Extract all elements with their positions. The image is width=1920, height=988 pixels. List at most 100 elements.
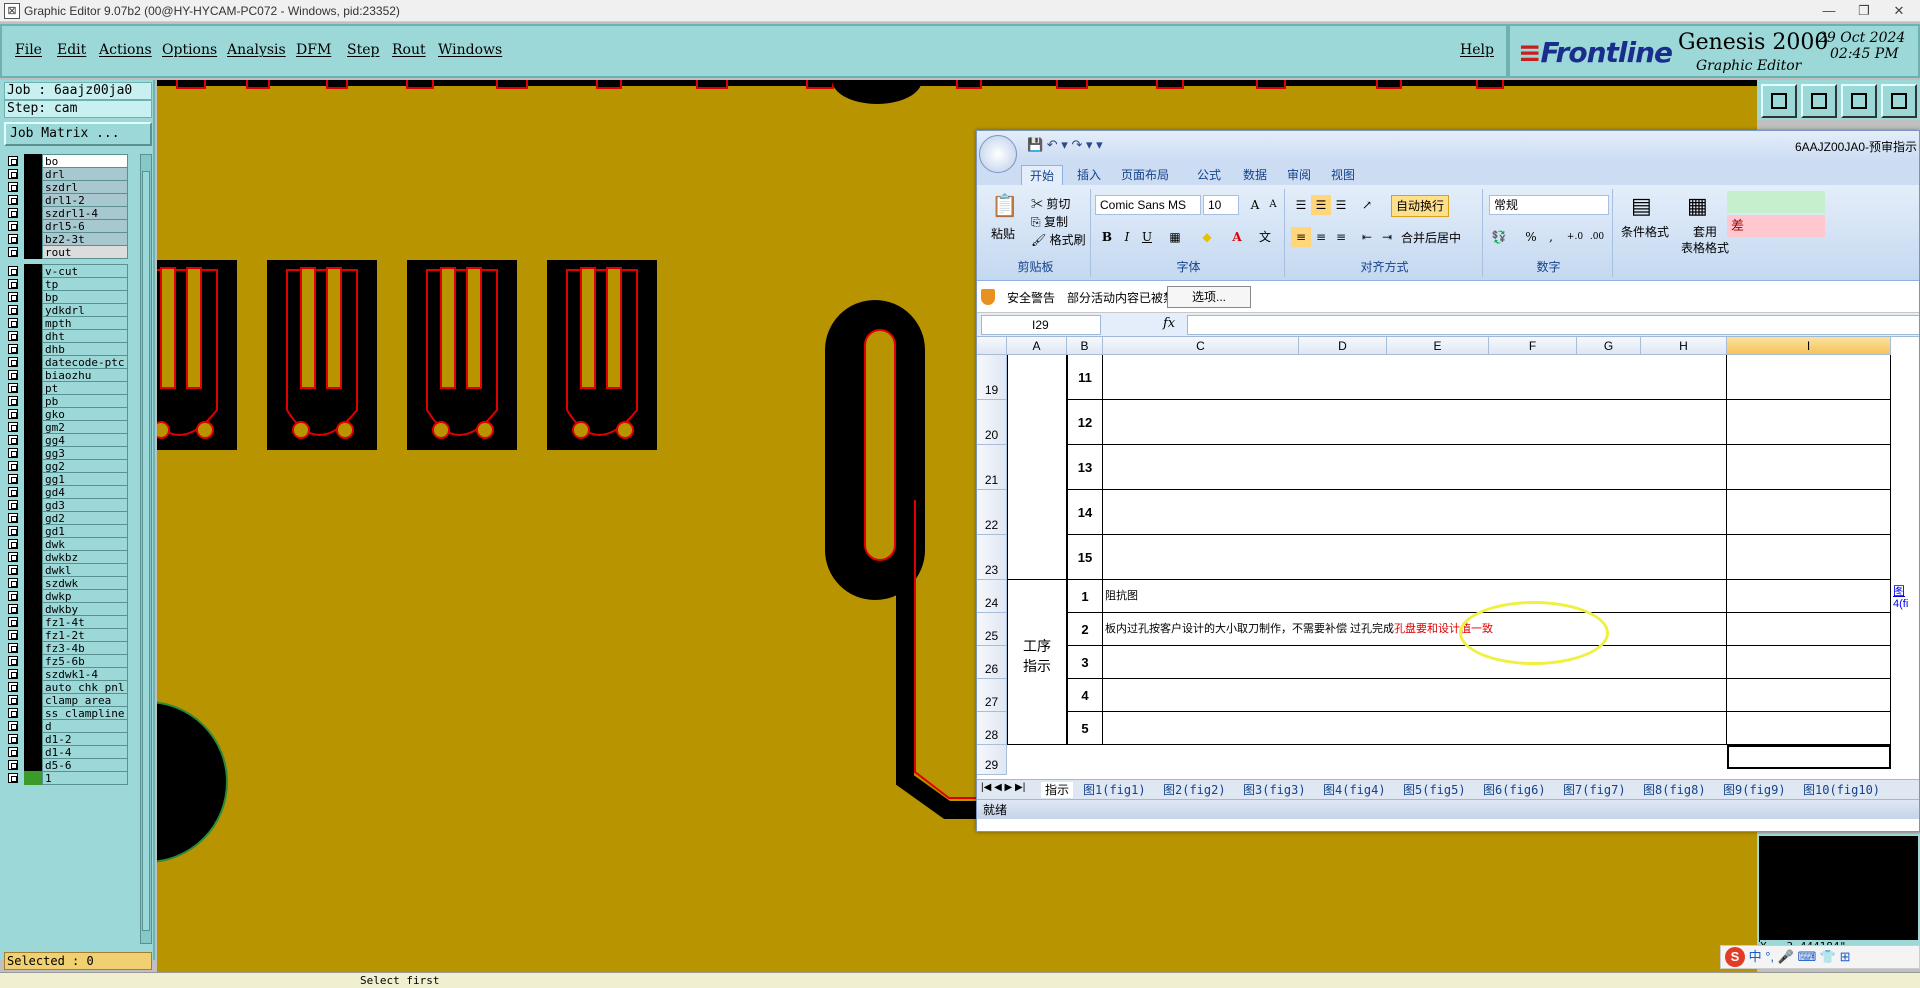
hyperlink[interactable]: 图 <box>1893 582 1905 599</box>
layer-color-swatch[interactable] <box>24 433 42 447</box>
sheet-tab[interactable]: 图1(fig1) <box>1083 782 1146 798</box>
table-cell-number[interactable]: 13 <box>1067 445 1103 490</box>
layer-row[interactable]: fz5-6b <box>4 654 128 668</box>
layer-name[interactable]: fz1-2t <box>42 628 128 642</box>
layer-row[interactable]: pb <box>4 394 128 408</box>
layer-row[interactable]: fz1-4t <box>4 615 128 629</box>
layer-color-swatch[interactable] <box>24 602 42 616</box>
layer-color-swatch[interactable] <box>24 167 42 181</box>
menu-options[interactable]: Options <box>162 42 217 58</box>
layer-checkbox[interactable] <box>8 221 18 231</box>
layer-checkbox[interactable] <box>8 474 18 484</box>
layer-name[interactable]: szdwk1-4 <box>42 667 128 681</box>
layer-row[interactable]: d1-4 <box>4 745 128 759</box>
layer-color-swatch[interactable] <box>24 245 42 259</box>
layer-name[interactable]: dwkl <box>42 563 128 577</box>
table-cell-text[interactable] <box>1103 490 1727 535</box>
layer-name[interactable]: pt <box>42 381 128 395</box>
layer-name[interactable]: d <box>42 719 128 733</box>
shrink-font-button[interactable]: A <box>1263 195 1283 215</box>
layer-name[interactable]: drl <box>42 167 128 181</box>
layer-checkbox[interactable] <box>8 708 18 718</box>
paste-button[interactable]: 粘贴 <box>991 225 1015 242</box>
layer-row[interactable]: bo <box>4 154 128 168</box>
layer-name[interactable]: ydkdrl <box>42 303 128 317</box>
layout-tool-button[interactable] <box>1881 84 1917 118</box>
layer-name[interactable]: v-cut <box>42 264 128 278</box>
layer-name[interactable]: szdrl <box>42 180 128 194</box>
layer-name[interactable]: fz5-6b <box>42 654 128 668</box>
layer-row[interactable]: biaozhu <box>4 368 128 382</box>
increase-decimal-icon[interactable]: +.0 <box>1565 227 1585 247</box>
layer-color-swatch[interactable] <box>24 563 42 577</box>
sheet-tab[interactable]: 图7(fig7) <box>1563 782 1626 798</box>
layer-name[interactable]: gd3 <box>42 498 128 512</box>
layer-name[interactable]: gg4 <box>42 433 128 447</box>
active-cell[interactable] <box>1727 745 1891 769</box>
layer-color-swatch[interactable] <box>24 329 42 343</box>
layer-row[interactable]: szdrl <box>4 180 128 194</box>
layer-scrollbar[interactable] <box>140 154 152 944</box>
orientation-icon[interactable]: ↗ <box>1357 195 1377 215</box>
underline-button[interactable]: U <box>1137 227 1157 247</box>
layer-color-swatch[interactable] <box>24 180 42 194</box>
layer-checkbox[interactable] <box>8 695 18 705</box>
sheet-tab[interactable]: 图5(fig5) <box>1403 782 1466 798</box>
layer-checkbox[interactable] <box>8 318 18 328</box>
layer-color-swatch[interactable] <box>24 368 42 382</box>
layer-color-swatch[interactable] <box>24 576 42 590</box>
layer-name[interactable]: gg3 <box>42 446 128 460</box>
layer-checkbox[interactable] <box>8 156 18 166</box>
layer-color-swatch[interactable] <box>24 771 42 785</box>
layer-row[interactable]: gd2 <box>4 511 128 525</box>
layer-color-swatch[interactable] <box>24 732 42 746</box>
layer-row[interactable]: d5-6 <box>4 758 128 772</box>
layer-color-swatch[interactable] <box>24 758 42 772</box>
layer-row[interactable]: auto_chk_pnl <box>4 680 128 694</box>
layer-checkbox[interactable] <box>8 552 18 562</box>
fill-color-icon[interactable]: ◆ <box>1197 227 1217 247</box>
layer-name[interactable]: pb <box>42 394 128 408</box>
layer-name[interactable]: dwkby <box>42 602 128 616</box>
table-cell-text[interactable] <box>1103 646 1727 679</box>
layer-row[interactable]: ss_clampline <box>4 706 128 720</box>
row-header[interactable]: 22 <box>977 490 1007 535</box>
align-left-icon[interactable]: ≡ <box>1291 227 1311 247</box>
layer-checkbox[interactable] <box>8 279 18 289</box>
menu-dfm[interactable]: DFM <box>296 42 331 58</box>
table-cell-number[interactable]: 3 <box>1067 646 1103 679</box>
bold-button[interactable]: B <box>1097 227 1117 247</box>
layer-row[interactable]: fz3-4b <box>4 641 128 655</box>
layer-row[interactable]: gko <box>4 407 128 421</box>
menu-file[interactable]: File <box>15 42 42 58</box>
section-label-cell[interactable]: 工序指示 <box>1007 580 1067 745</box>
layer-row[interactable]: mpth <box>4 316 128 330</box>
layer-color-swatch[interactable] <box>24 446 42 460</box>
layer-color-swatch[interactable] <box>24 524 42 538</box>
layer-name[interactable]: 1 <box>42 771 128 785</box>
wrap-text-button[interactable]: 自动换行 <box>1391 195 1450 217</box>
layer-row[interactable]: tp <box>4 277 128 291</box>
table-cell[interactable] <box>1727 646 1891 679</box>
layer-name[interactable]: gg2 <box>42 459 128 473</box>
row-header[interactable]: 29 <box>977 745 1007 775</box>
table-cell[interactable] <box>1727 679 1891 712</box>
save-tool-button[interactable] <box>1801 84 1837 118</box>
table-cell-number[interactable]: 15 <box>1067 535 1103 580</box>
ribbon-tab[interactable]: 页面布局 <box>1113 165 1177 185</box>
layer-color-swatch[interactable] <box>24 193 42 207</box>
border-icon[interactable]: ▦ <box>1165 227 1185 247</box>
layer-color-swatch[interactable] <box>24 303 42 317</box>
layer-color-swatch[interactable] <box>24 589 42 603</box>
merged-cell[interactable] <box>1007 355 1067 580</box>
row-header[interactable]: 27 <box>977 679 1007 712</box>
layer-color-swatch[interactable] <box>24 550 42 564</box>
layer-row[interactable]: datecode-ptc <box>4 355 128 369</box>
row-header[interactable]: 26 <box>977 646 1007 679</box>
restore-button[interactable]: ❐ <box>1849 1 1879 21</box>
layer-row[interactable]: gg1 <box>4 472 128 486</box>
layer-color-swatch[interactable] <box>24 219 42 233</box>
table-cell[interactable] <box>1727 490 1891 535</box>
layer-name[interactable]: dht <box>42 329 128 343</box>
table-cell-number[interactable]: 14 <box>1067 490 1103 535</box>
